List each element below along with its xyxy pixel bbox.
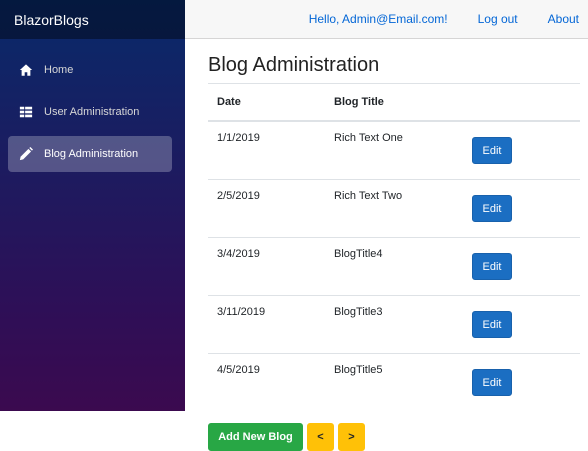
brand-bar: BlazorBlogs [0, 0, 185, 39]
sidebar: BlazorBlogs Home User Administration Blo… [0, 0, 185, 411]
table-header-row: Date Blog Title [208, 83, 580, 122]
row-title: Rich Text Two [325, 179, 481, 238]
row-date: 1/1/2019 [208, 120, 325, 180]
column-header-date: Date [208, 83, 325, 122]
row-date: 3/11/2019 [208, 295, 325, 354]
sidebar-item-home[interactable]: Home [8, 52, 172, 88]
row-date: 2/5/2019 [208, 179, 325, 238]
row-title: BlogTitle3 [325, 295, 481, 354]
edit-button[interactable]: Edit [472, 137, 512, 164]
edit-button[interactable]: Edit [472, 253, 512, 280]
edit-button[interactable]: Edit [472, 311, 512, 338]
row-date: 3/4/2019 [208, 237, 325, 296]
row-title: BlogTitle5 [325, 353, 481, 411]
sidebar-item-user-administration[interactable]: User Administration [8, 94, 172, 130]
edit-button[interactable]: Edit [472, 369, 512, 396]
blog-table: Date Blog Title 1/1/2019 Rich Text One E… [208, 83, 580, 411]
row-date: 4/5/2019 [208, 353, 325, 411]
home-icon [18, 62, 34, 78]
sidebar-item-label: User Administration [44, 106, 140, 118]
add-new-blog-button[interactable]: Add New Blog [208, 423, 303, 451]
edit-button[interactable]: Edit [472, 195, 512, 222]
table-row: 4/5/2019 BlogTitle5 Edit [208, 353, 580, 411]
about-link[interactable]: About [548, 12, 579, 26]
main-content: Blog Administration Date Blog Title 1/1/… [208, 39, 580, 451]
brand-title[interactable]: BlazorBlogs [14, 12, 89, 28]
table-row: 3/11/2019 BlogTitle3 Edit [208, 295, 580, 354]
list-icon [18, 104, 34, 120]
table-row: 2/5/2019 Rich Text Two Edit [208, 179, 580, 238]
sidebar-nav: Home User Administration Blog Administra… [0, 39, 185, 172]
sidebar-item-blog-administration[interactable]: Blog Administration [8, 136, 172, 172]
user-greeting-link[interactable]: Hello, Admin@Email.com! [309, 12, 448, 26]
sidebar-item-label: Blog Administration [44, 148, 139, 160]
table-row: 3/4/2019 BlogTitle4 Edit [208, 237, 580, 296]
column-header-actions [481, 83, 580, 122]
previous-page-button[interactable]: < [307, 423, 334, 451]
logout-link[interactable]: Log out [478, 12, 518, 26]
next-page-button[interactable]: > [338, 423, 365, 451]
page-title: Blog Administration [208, 54, 380, 76]
pagination-actions: Add New Blog < > [208, 423, 580, 451]
pencil-icon [18, 146, 34, 162]
row-title: BlogTitle4 [325, 237, 481, 296]
sidebar-item-label: Home [44, 64, 74, 76]
row-title: Rich Text One [325, 120, 481, 180]
column-header-title: Blog Title [325, 83, 481, 122]
table-row: 1/1/2019 Rich Text One Edit [208, 120, 580, 180]
top-bar: Hello, Admin@Email.com! Log out About [185, 0, 588, 39]
